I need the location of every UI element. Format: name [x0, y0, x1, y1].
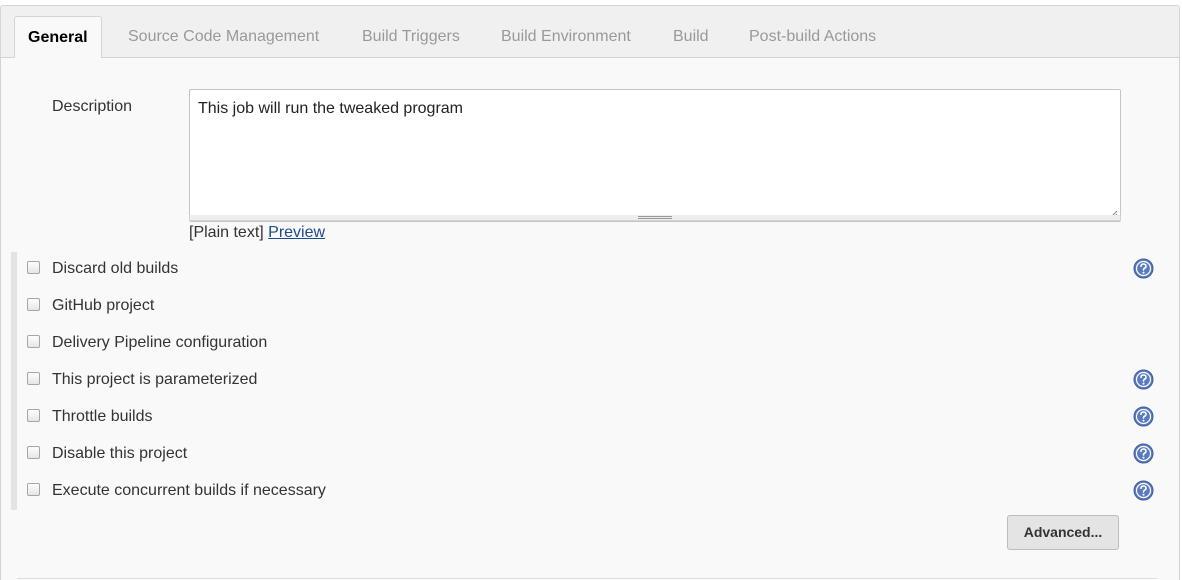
checkbox-throttle-builds[interactable] — [27, 409, 40, 422]
option-label[interactable]: Throttle builds — [52, 408, 153, 426]
checkbox-disable-project[interactable] — [27, 446, 40, 459]
option-label[interactable]: This project is parameterized — [52, 371, 257, 389]
tab-general[interactable]: General — [14, 16, 102, 58]
description-label: Description — [52, 98, 133, 115]
checkbox-parameterized[interactable] — [27, 372, 40, 385]
markup-format-line: [Plain text] Preview — [189, 224, 325, 242]
job-config-page: General Source Code Management Build Tri… — [0, 0, 1182, 580]
advanced-button[interactable]: Advanced... — [1007, 515, 1119, 550]
question-circle-icon[interactable] — [1133, 258, 1154, 279]
checkbox-concurrent-builds[interactable] — [27, 483, 40, 496]
checkbox-github-project[interactable] — [27, 298, 40, 311]
textarea-expand-handle[interactable] — [189, 215, 1121, 221]
options-section-rule — [11, 252, 17, 510]
config-panel: General Source Code Management Build Tri… — [0, 5, 1180, 580]
format-prefix: [Plain text] — [189, 224, 264, 241]
drag-handle-icon[interactable] — [638, 216, 672, 219]
option-label[interactable]: GitHub project — [52, 297, 154, 315]
description-value[interactable]: This job will run the tweaked program — [198, 100, 463, 118]
tab-post-build-actions[interactable]: Post-build Actions — [749, 16, 876, 57]
question-circle-icon[interactable] — [1133, 480, 1154, 501]
description-textarea[interactable]: This job will run the tweaked program — [189, 89, 1121, 222]
tab-build-triggers[interactable]: Build Triggers — [362, 16, 460, 57]
tab-source-code-management[interactable]: Source Code Management — [128, 16, 319, 57]
tab-build[interactable]: Build — [673, 16, 709, 57]
option-label[interactable]: Delivery Pipeline configuration — [52, 334, 267, 352]
question-circle-icon[interactable] — [1133, 369, 1154, 390]
option-label[interactable]: Discard old builds — [52, 260, 178, 278]
question-circle-icon[interactable] — [1133, 406, 1154, 427]
preview-link[interactable]: Preview — [268, 224, 325, 241]
option-label[interactable]: Disable this project — [52, 445, 187, 463]
checkbox-delivery-pipeline[interactable] — [27, 335, 40, 348]
section-divider — [17, 578, 1157, 579]
checkbox-discard-old-builds[interactable] — [27, 261, 40, 274]
option-label[interactable]: Execute concurrent builds if necessary — [52, 482, 326, 500]
section-tab-bar: General Source Code Management Build Tri… — [1, 6, 1179, 58]
tab-build-environment[interactable]: Build Environment — [501, 16, 631, 57]
question-circle-icon[interactable] — [1133, 443, 1154, 464]
